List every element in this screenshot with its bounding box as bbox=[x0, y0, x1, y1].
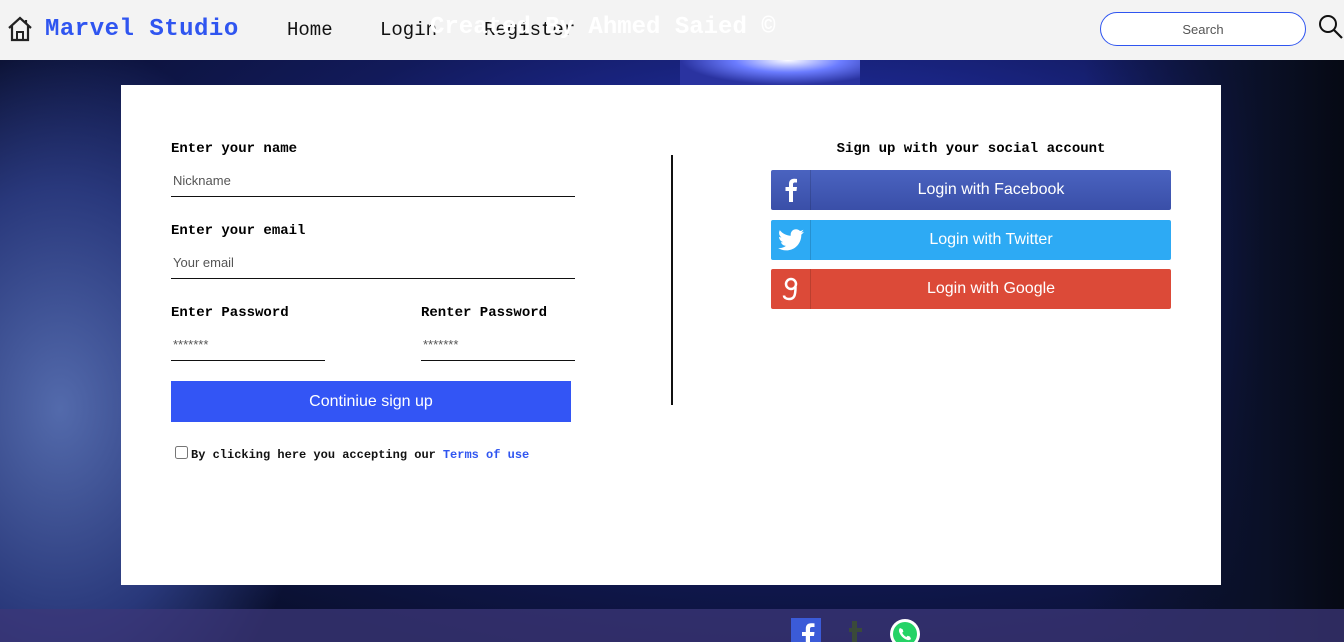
terms-link[interactable]: Terms of use bbox=[443, 448, 529, 462]
background-glow bbox=[680, 60, 860, 85]
terms-text: By clicking here you accepting our bbox=[191, 448, 436, 462]
terms-row: By clicking here you accepting our Terms… bbox=[175, 445, 529, 462]
email-label: Enter your email bbox=[171, 223, 306, 239]
brand-title[interactable]: Marvel Studio bbox=[45, 16, 239, 43]
tumblr-icon[interactable] bbox=[843, 618, 867, 642]
social-title: Sign up with your social account bbox=[836, 141, 1106, 157]
footer-credit: Created By Ahmed Saied © bbox=[430, 14, 776, 41]
twitter-login-label: Login with Twitter bbox=[929, 231, 1053, 248]
nav-link-login[interactable]: Login bbox=[380, 19, 437, 41]
password-label: Enter Password bbox=[171, 305, 289, 321]
footer bbox=[0, 609, 1344, 642]
facebook-login-label: Login with Facebook bbox=[917, 181, 1065, 198]
password-input[interactable] bbox=[171, 329, 325, 361]
twitter-login-button[interactable]: Login with Twitter bbox=[771, 220, 1171, 260]
repassword-input[interactable] bbox=[421, 329, 575, 361]
vertical-divider bbox=[671, 155, 673, 405]
continue-signup-button[interactable]: Continiue sign up bbox=[171, 381, 571, 422]
search-icon[interactable] bbox=[1318, 14, 1344, 40]
twitter-icon bbox=[771, 220, 811, 260]
google-login-button[interactable]: Login with Google bbox=[771, 269, 1171, 309]
terms-checkbox[interactable] bbox=[175, 445, 188, 459]
repassword-label: Renter Password bbox=[421, 305, 548, 321]
signup-card: Enter your name Enter your email Enter P… bbox=[121, 85, 1221, 585]
facebook-icon bbox=[771, 170, 811, 210]
home-icon[interactable] bbox=[6, 15, 34, 43]
facebook-login-button[interactable]: Login with Facebook bbox=[771, 170, 1171, 210]
nav-link-home[interactable]: Home bbox=[287, 19, 333, 41]
name-label: Enter your name bbox=[171, 141, 298, 157]
whatsapp-icon[interactable] bbox=[889, 618, 921, 642]
facebook-icon[interactable] bbox=[791, 618, 821, 642]
google-login-label: Login with Google bbox=[926, 280, 1056, 297]
search-input[interactable] bbox=[1100, 12, 1306, 46]
google-icon bbox=[771, 269, 811, 309]
email-input[interactable] bbox=[171, 247, 575, 279]
name-input[interactable] bbox=[171, 165, 575, 197]
